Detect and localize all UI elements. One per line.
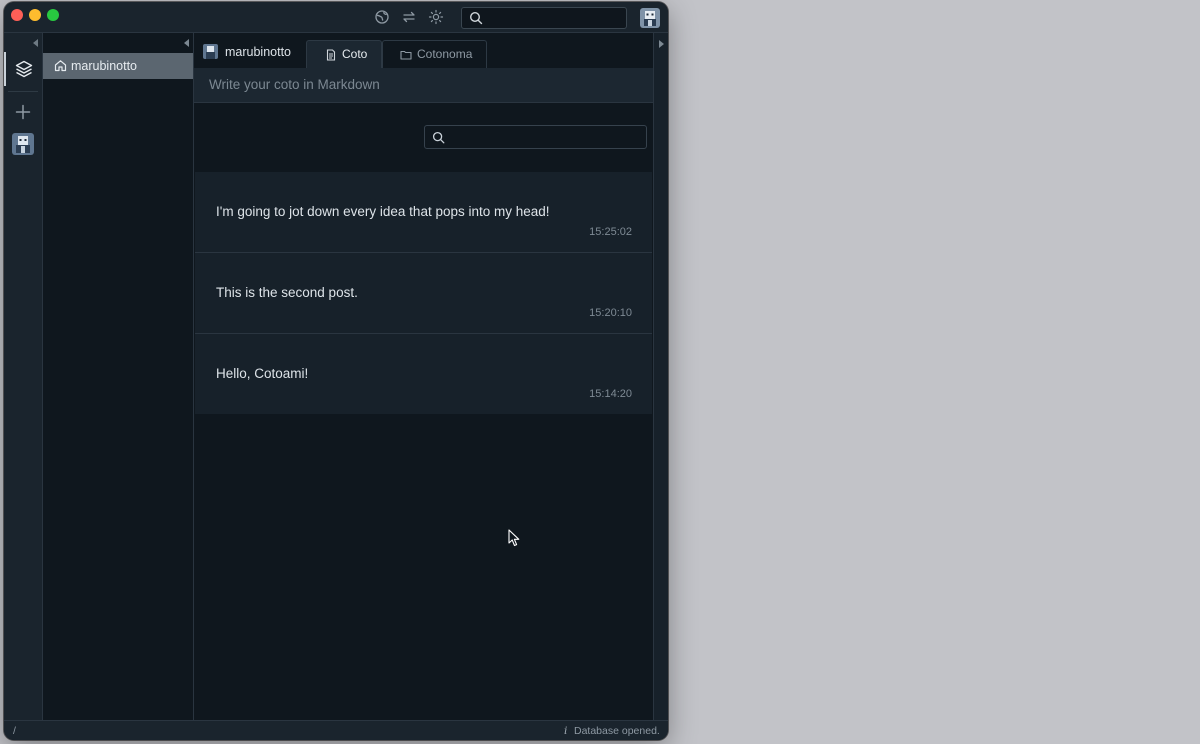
node-name: marubinotto <box>225 45 292 59</box>
post-text: Hello, Cotoami! <box>216 366 309 381</box>
status-bar: / i Database opened. <box>4 720 668 740</box>
node-avatar[interactable] <box>12 133 34 155</box>
collapse-left-arrow-icon[interactable] <box>33 39 38 47</box>
document-icon <box>326 49 336 61</box>
filter-search-input[interactable] <box>424 125 647 149</box>
home-icon <box>54 60 67 72</box>
global-search-input[interactable] <box>461 7 627 29</box>
title-bar <box>4 2 668 33</box>
layers-button[interactable] <box>4 52 42 86</box>
tab-label: Cotonoma <box>417 47 473 61</box>
editor-placeholder: Write your coto in Markdown <box>209 77 380 92</box>
coto-editor[interactable]: Write your coto in Markdown <box>194 68 653 103</box>
mouse-cursor-icon <box>508 529 520 547</box>
tab-label: Coto <box>342 47 368 61</box>
right-panel-toggle[interactable] <box>653 33 668 720</box>
app-sidebar <box>4 33 43 720</box>
collapse-nav-arrow-icon[interactable] <box>184 39 189 47</box>
post-timestamp: 15:25:02 <box>589 226 632 238</box>
filter-area <box>194 103 653 171</box>
post-text: This is the second post. <box>216 285 358 300</box>
plus-icon <box>15 104 31 120</box>
minimize-window-button[interactable] <box>29 9 41 21</box>
layers-icon <box>15 60 33 78</box>
add-node-button[interactable] <box>14 103 32 121</box>
node-avatar <box>203 44 218 59</box>
nav-item-marubinotto[interactable]: marubinotto <box>43 53 193 79</box>
divider <box>8 91 38 92</box>
user-avatar[interactable] <box>640 8 660 28</box>
close-window-button[interactable] <box>11 9 23 21</box>
post-text: I'm going to jot down every idea that po… <box>216 204 550 219</box>
main-header: marubinotto Coto Cotonoma <box>194 33 653 68</box>
swap-icon[interactable] <box>401 9 417 25</box>
expand-right-arrow-icon[interactable] <box>659 40 664 48</box>
coto-post[interactable]: This is the second post. 15:20:10 <box>195 253 652 334</box>
status-path: / <box>13 725 16 737</box>
coto-post[interactable]: I'm going to jot down every idea that po… <box>195 172 652 253</box>
folder-icon <box>400 50 412 60</box>
info-icon: i <box>564 725 568 737</box>
post-timestamp: 15:20:10 <box>589 307 632 319</box>
nav-item-label: marubinotto <box>71 59 138 73</box>
coto-post[interactable]: Hello, Cotoami! 15:14:20 <box>195 334 652 415</box>
tab-cotonoma[interactable]: Cotonoma <box>382 40 487 68</box>
search-icon <box>469 11 483 25</box>
zoom-window-button[interactable] <box>47 9 59 21</box>
sun-icon[interactable] <box>428 9 444 25</box>
search-icon <box>432 131 445 144</box>
status-message: Database opened. <box>574 725 660 737</box>
nav-panel: marubinotto <box>43 33 194 720</box>
tab-coto[interactable]: Coto <box>306 40 382 68</box>
globe-icon[interactable] <box>374 9 390 25</box>
timeline-empty-space <box>194 414 653 720</box>
post-timestamp: 15:14:20 <box>589 388 632 400</box>
app-window: marubinotto marubinotto Coto Cotonoma Wr… <box>4 2 668 740</box>
main-pane: marubinotto Coto Cotonoma Write your cot… <box>194 33 653 720</box>
